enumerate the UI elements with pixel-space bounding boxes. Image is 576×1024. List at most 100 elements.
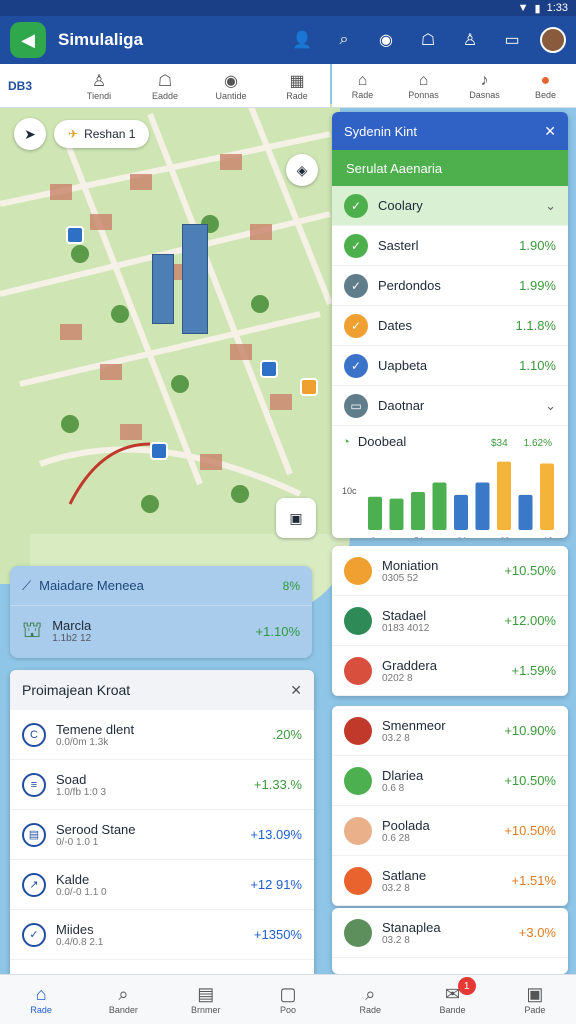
map-search-pill[interactable]: ✈ Reshan 1 <box>54 120 150 148</box>
nav-item-poo[interactable]: ▢ Poo <box>247 975 329 1024</box>
project-row[interactable]: ▤ Serood Stane 0/-0 1.0 1 +13.09% <box>10 810 314 860</box>
summary-row: ⛫ Marcla 1.1b2 12 +1.10% <box>10 606 312 656</box>
search-icon: ⌕ <box>118 984 129 1004</box>
x-tick-label: 51 <box>414 536 424 538</box>
project-row[interactable]: C Temene dlent 0.0/0m 1.3k .20% <box>10 710 314 760</box>
chevron-down-icon[interactable]: ⌄ <box>545 398 556 414</box>
list-item[interactable]: Poolada 0.6 28 +10.50% <box>332 806 568 856</box>
project-row[interactable]: ≡ Soad 1.0/fb 1:0 3 +1.33.% <box>10 760 314 810</box>
summary-pct: 8% <box>282 578 300 593</box>
app-logo-icon[interactable]: ◀ <box>10 22 46 58</box>
project-value: +1350% <box>253 927 302 942</box>
chart-bar <box>389 498 404 530</box>
screen-icon[interactable]: ▭ <box>498 26 526 54</box>
item-icon <box>344 656 372 685</box>
app-bar: ◀ Simulaliga 👤 ⌕ ◉ ☖ ♙ ▭ <box>0 16 576 64</box>
layers-icon[interactable]: ◈ <box>286 154 318 186</box>
project-name: Kalde <box>56 871 90 887</box>
status-icon: ✓ <box>344 273 368 298</box>
list-item[interactable]: Graddera 0202 8 +1.59% <box>332 646 568 696</box>
profile-icon[interactable]: 👤 <box>288 26 316 54</box>
tab-bede[interactable]: ● Bede <box>515 72 576 100</box>
panel-row[interactable]: ▭ Daotnar ⌄ <box>332 386 568 426</box>
tab-tiendi[interactable]: ♙ Tiendi <box>66 71 132 101</box>
search-icon[interactable]: ⌕ <box>330 26 358 54</box>
project-icon: ≡ <box>22 772 46 797</box>
chevron-down-icon[interactable]: ⌄ <box>545 198 556 214</box>
tab-eadde[interactable]: ☖ Eadde <box>132 71 198 101</box>
panel-row[interactable]: ✓ Sasterl 1.90% <box>332 226 568 266</box>
panel-row-label: Perdondos <box>378 278 441 293</box>
nav-label: Rade <box>359 1005 382 1015</box>
list-item-text: Stanaplea 03.2 8 <box>382 920 441 946</box>
tab-dasnas[interactable]: ♪ Dasnas <box>454 72 515 100</box>
panel-row[interactable]: ✓ Uapbeta 1.10% <box>332 346 568 386</box>
close-icon[interactable]: ✕ <box>290 682 302 699</box>
right-tab-bar: ⌂ Rade ⌂ Ponnas ♪ Dasnas ● Bede <box>332 64 576 108</box>
list-item[interactable]: Smenmeor 03.2 8 +10.90% <box>332 706 568 756</box>
project-row[interactable]: ↗ Kalde 0.0/-0 1.1 0 +12 91% <box>10 860 314 910</box>
list-item-value: +1.59% <box>511 663 556 678</box>
panel-rows: ✓ Coolary ⌄ ✓ Sasterl 1.90% ✓ Perdondos 1.99% ✓ Da… <box>332 186 568 426</box>
bag-map-icon[interactable]: ▣ <box>276 498 316 538</box>
nav-item-bande[interactable]: ✉ Bande 1 <box>411 975 493 1024</box>
home-icon: ⌂ <box>35 984 47 1004</box>
tab-uantide[interactable]: ◉ Uantide <box>198 71 264 101</box>
list-item[interactable]: Stanaplea 03.2 8 +3.0% <box>332 908 568 958</box>
tab-rade[interactable]: ▦ Rade <box>264 71 330 101</box>
map-marker[interactable] <box>260 360 278 378</box>
summary-header: ⟋ Maiadare Meneea 8% <box>10 566 312 606</box>
panel-row-label: Sasterl <box>378 238 419 253</box>
chart-labels: $34 1.62% <box>491 438 552 449</box>
list-item-text: Moniation 0305 52 <box>382 558 438 584</box>
status-bar: ▼ ▮ 1:33 <box>0 0 576 16</box>
tab-brand[interactable]: DB3 <box>0 79 66 93</box>
panel-row[interactable]: ✓ Dates 1.1.8% <box>332 306 568 346</box>
close-icon[interactable]: ✕ <box>544 123 556 140</box>
nav-item-bander[interactable]: ⌕ Bander <box>82 975 164 1024</box>
bottom-nav: ⌂ Rade ⌕ Bander ▤ Brnmer ▢ Poo ⌕ Rade ✉ Bande 1 ▣ Pade <box>0 974 576 1024</box>
tab-rade-right[interactable]: ⌂ Rade <box>332 72 393 100</box>
list-item[interactable]: Satlane 03.2 8 +1.51% <box>332 856 568 906</box>
panel-row[interactable]: ✓ Coolary ⌄ <box>332 186 568 226</box>
map-marker[interactable] <box>150 442 168 460</box>
chart-bar <box>497 461 511 530</box>
list-item-text: Smenmeor 03.2 8 <box>382 718 446 744</box>
map-marker[interactable] <box>300 378 318 396</box>
nav-item-rade[interactable]: ⌂ Rade <box>0 975 82 1024</box>
avatar[interactable] <box>540 27 566 53</box>
nav-label: Bander <box>108 1005 138 1015</box>
nav-item-brnmer[interactable]: ▤ Brnmer <box>165 975 247 1024</box>
summary-card[interactable]: ⟋ Maiadare Meneea 8% ⛫ Marcla 1.1b2 12 +… <box>10 566 312 658</box>
panel-row-value: 1.99% <box>519 278 556 293</box>
list-item[interactable]: Moniation 0305 52 +10.50% <box>332 546 568 596</box>
status-icon: ✓ <box>344 353 368 378</box>
nav-item-rade[interactable]: ⌕ Rade <box>329 975 411 1024</box>
plane-icon: ✈ <box>68 127 79 141</box>
person-icon[interactable]: ♙ <box>456 26 484 54</box>
record-icon[interactable]: ◉ <box>372 26 400 54</box>
bar-chart: ◔ Doobeal $34 1.62% 10c 0 51 31 39 18 <box>332 426 568 538</box>
item-icon <box>344 716 372 745</box>
project-row[interactable]: ✓ Miides 0.4/0.8 2.1 +1350% <box>10 910 314 960</box>
chart-icon: ▦ <box>289 72 305 90</box>
project-sub: 0.0/-0 1.1 0 <box>56 886 107 898</box>
tab-ponnas[interactable]: ⌂ Ponnas <box>393 72 454 100</box>
nav-item-pade[interactable]: ▣ Pade <box>494 975 576 1024</box>
panel-row-label: Coolary <box>378 198 423 213</box>
list-item[interactable]: Stadael 0183 4012 +12.00% <box>332 596 568 646</box>
square-icon: ▢ <box>279 984 297 1004</box>
list-item[interactable]: Dlariea 0.6 8 +10.50% <box>332 756 568 806</box>
bag-icon[interactable]: ☖ <box>414 26 442 54</box>
panel-row[interactable]: ✓ Perdondos 1.99% <box>332 266 568 306</box>
list-item-value: +10.50% <box>504 773 556 788</box>
compass-icon[interactable]: ➤ <box>14 118 46 150</box>
battery-icon: ▮ <box>534 2 541 15</box>
list-item-text: Satlane 03.2 8 <box>382 868 426 894</box>
list-item-text: Graddera 0202 8 <box>382 658 437 684</box>
chart-bar <box>454 494 468 530</box>
list-item-text: Stadael 0183 4012 <box>382 608 429 634</box>
link-icon: ⟋ <box>22 577 32 593</box>
map-marker[interactable] <box>66 226 84 244</box>
box-icon: ▤ <box>197 984 215 1004</box>
